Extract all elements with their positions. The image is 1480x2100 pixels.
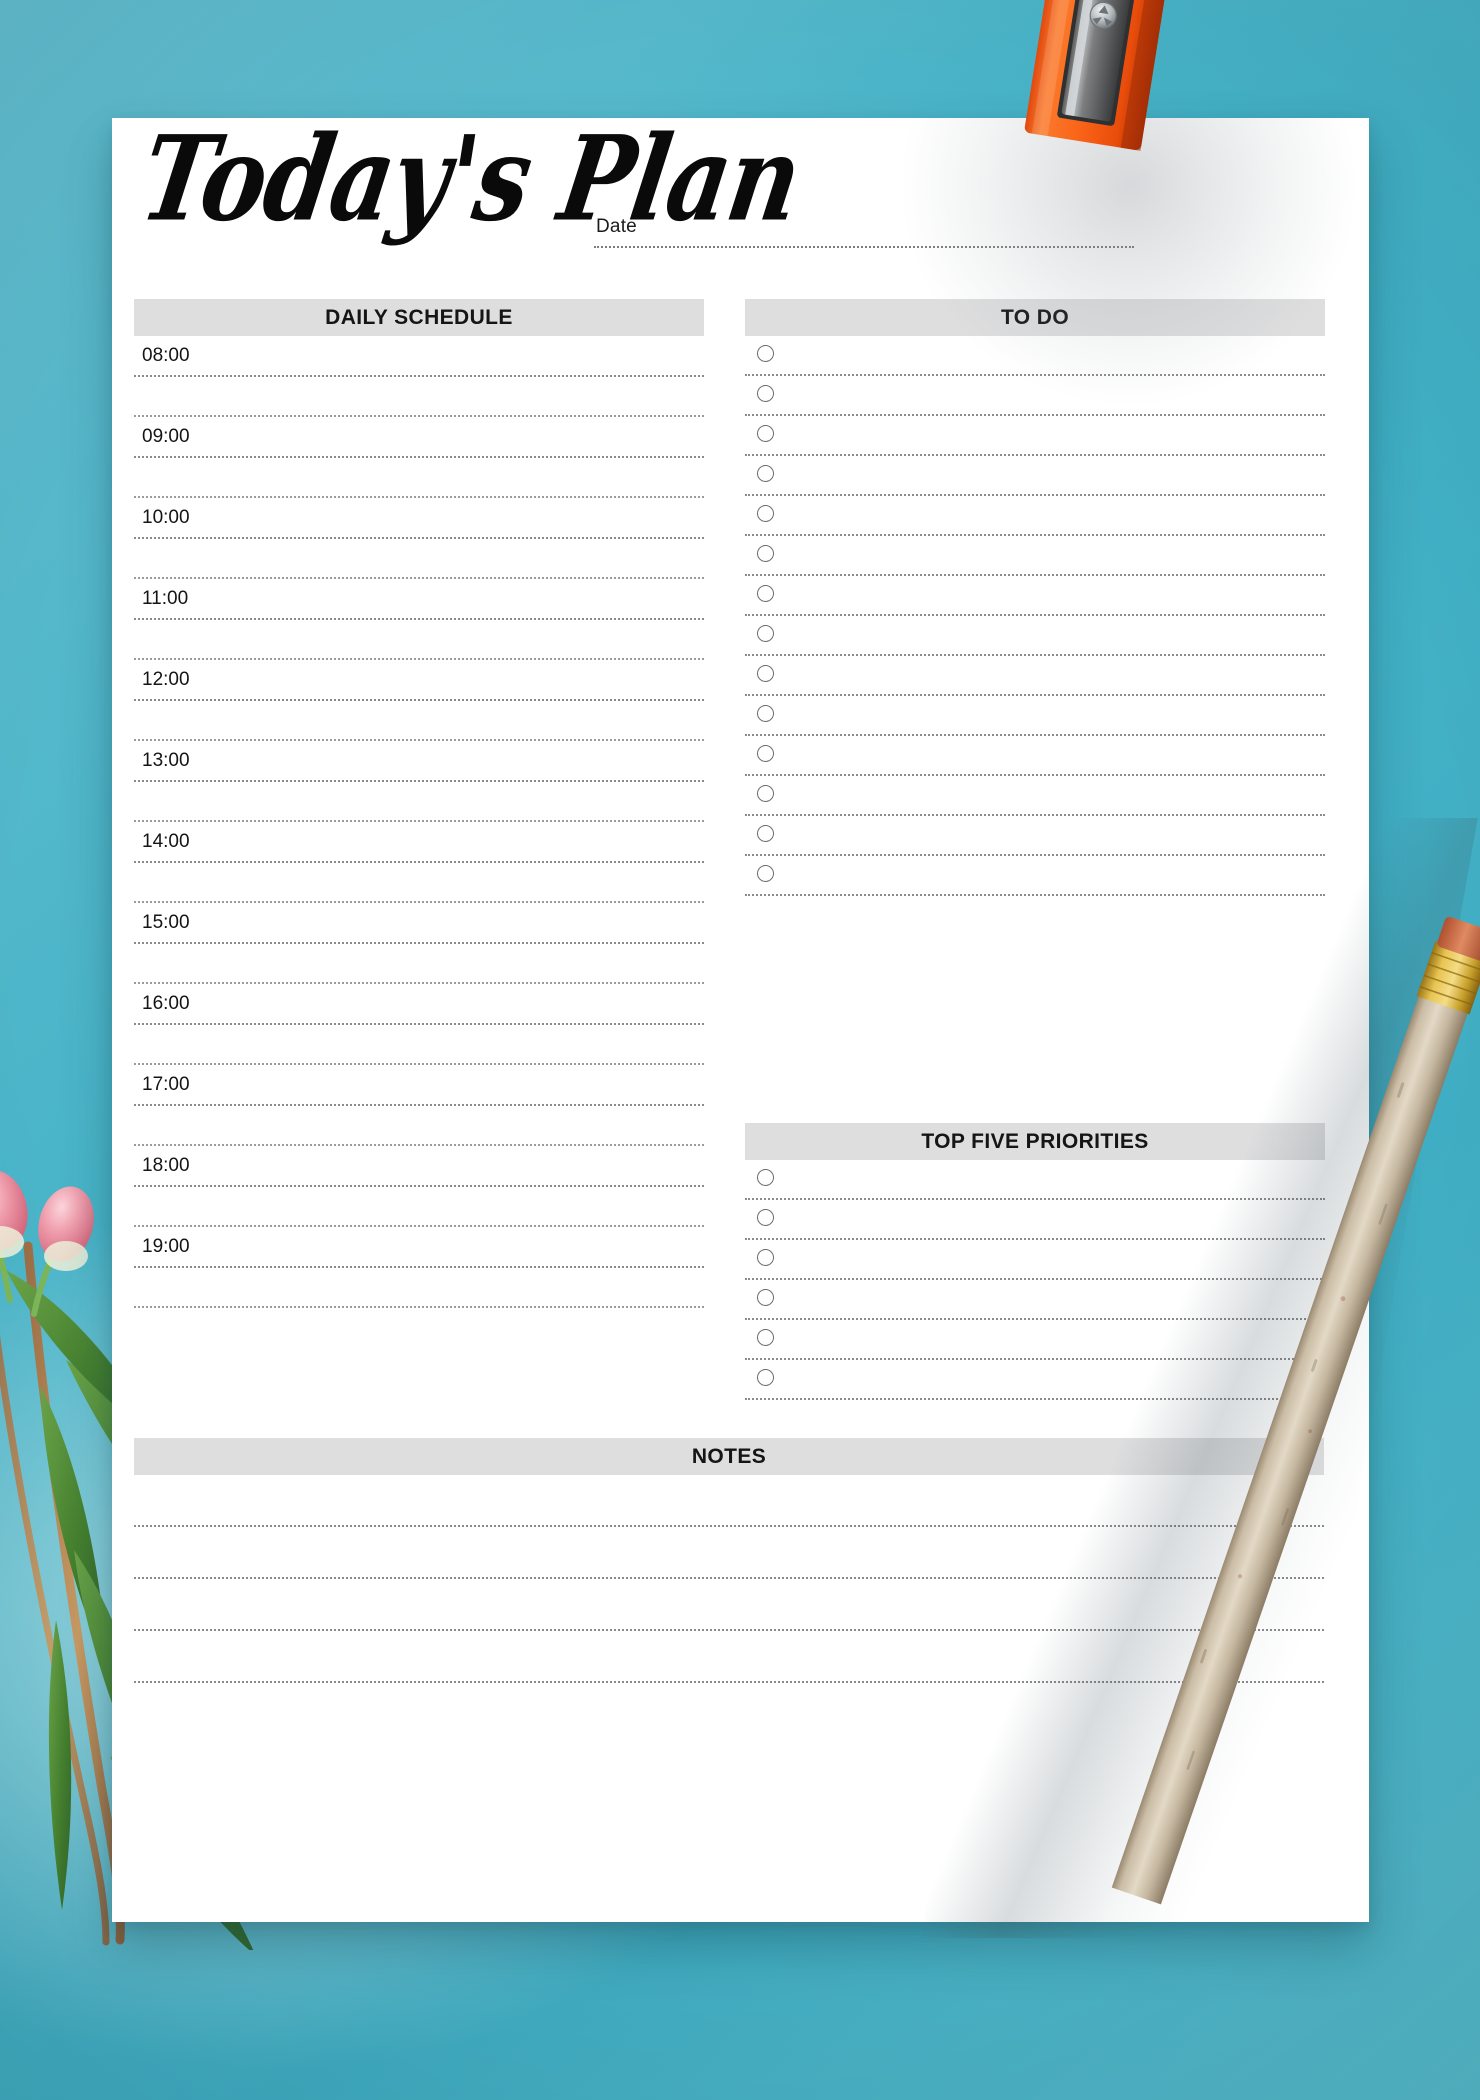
daily-schedule-heading: DAILY SCHEDULE (325, 305, 513, 329)
checkbox-circle-icon[interactable] (757, 865, 774, 882)
schedule-hour-block: 11:00 (134, 579, 704, 660)
schedule-hour-block: 14:00 (134, 822, 704, 903)
todo-item[interactable] (745, 776, 1325, 814)
pencil-decoration (1100, 890, 1480, 1940)
checkbox-circle-icon[interactable] (757, 465, 774, 482)
schedule-time-label: 12:00 (142, 669, 190, 690)
schedule-half-hour-space[interactable] (134, 620, 704, 658)
schedule-hour-block: 18:00 (134, 1146, 704, 1227)
todo-item[interactable] (745, 856, 1325, 894)
checkbox-circle-icon[interactable] (757, 345, 774, 362)
todo-list (745, 336, 1325, 896)
schedule-hour-block: 16:00 (134, 984, 704, 1065)
todo-item[interactable] (745, 376, 1325, 414)
schedule-hour-block: 12:00 (134, 660, 704, 741)
schedule-hour-block: 10:00 (134, 498, 704, 579)
checkbox-circle-icon[interactable] (757, 745, 774, 762)
todo-item[interactable] (745, 816, 1325, 854)
schedule-half-hour-space[interactable] (134, 1025, 704, 1063)
checkbox-circle-icon[interactable] (757, 785, 774, 802)
todo-item[interactable] (745, 496, 1325, 534)
schedule-time-label: 14:00 (142, 831, 190, 852)
checkbox-circle-icon[interactable] (757, 1369, 774, 1386)
pencil-sharpener-decoration (990, 0, 1290, 230)
notes-heading: NOTES (691, 1444, 767, 1468)
schedule-half-hour-space[interactable] (134, 782, 704, 820)
schedule-hour-block: 09:00 (134, 417, 704, 498)
todo-item[interactable] (745, 416, 1325, 454)
schedule-half-hour-space[interactable] (134, 539, 704, 577)
checkbox-circle-icon[interactable] (757, 1289, 774, 1306)
checkbox-circle-icon[interactable] (757, 1209, 774, 1226)
schedule-list: 08:00 09:00 10:00 11:00 12:00 13:00 14:00 15:00… (134, 336, 704, 1308)
daily-schedule-section: DAILY SCHEDULE 08:00 09:00 10:00 11:00 12:00… (134, 299, 704, 1308)
schedule-time-label: 15:00 (142, 912, 190, 933)
checkbox-circle-icon[interactable] (757, 665, 774, 682)
checkbox-circle-icon[interactable] (757, 625, 774, 642)
todo-item[interactable] (745, 456, 1325, 494)
checkbox-circle-icon[interactable] (757, 385, 774, 402)
checkbox-circle-icon[interactable] (757, 1249, 774, 1266)
schedule-time-label: 17:00 (142, 1074, 190, 1095)
todo-heading: TO DO (1000, 305, 1070, 329)
todo-header: TO DO (745, 299, 1325, 336)
schedule-half-hour-line[interactable] (134, 1306, 704, 1308)
schedule-half-hour-space[interactable] (134, 377, 704, 415)
schedule-time-label: 18:00 (142, 1155, 190, 1176)
checkbox-circle-icon[interactable] (757, 585, 774, 602)
todo-section: TO DO (745, 299, 1325, 896)
schedule-half-hour-space[interactable] (134, 1268, 704, 1306)
todo-item[interactable] (745, 536, 1325, 574)
todo-item[interactable] (745, 336, 1325, 374)
checkbox-circle-icon[interactable] (757, 545, 774, 562)
checkbox-circle-icon[interactable] (757, 425, 774, 442)
schedule-half-hour-space[interactable] (134, 701, 704, 739)
schedule-time-label: 08:00 (142, 345, 190, 366)
schedule-hour-block: 19:00 (134, 1227, 704, 1308)
schedule-half-hour-space[interactable] (134, 458, 704, 496)
checkbox-circle-icon[interactable] (757, 705, 774, 722)
checkbox-circle-icon[interactable] (757, 1329, 774, 1346)
checkbox-circle-icon[interactable] (757, 505, 774, 522)
schedule-time-label: 13:00 (142, 750, 190, 771)
schedule-time-label: 16:00 (142, 993, 190, 1014)
schedule-time-label: 09:00 (142, 426, 190, 447)
checkbox-circle-icon[interactable] (757, 1169, 774, 1186)
checkbox-circle-icon[interactable] (757, 825, 774, 842)
schedule-hour-block: 08:00 (134, 336, 704, 417)
todo-item[interactable] (745, 656, 1325, 694)
todo-item[interactable] (745, 696, 1325, 734)
daily-schedule-header: DAILY SCHEDULE (134, 299, 704, 336)
schedule-time-label: 19:00 (142, 1236, 190, 1257)
todo-item[interactable] (745, 616, 1325, 654)
schedule-hour-block: 17:00 (134, 1065, 704, 1146)
schedule-half-hour-space[interactable] (134, 1106, 704, 1144)
schedule-half-hour-space[interactable] (134, 863, 704, 901)
schedule-half-hour-space[interactable] (134, 1187, 704, 1225)
todo-item[interactable] (745, 736, 1325, 774)
todo-item[interactable] (745, 576, 1325, 614)
schedule-time-label: 11:00 (142, 588, 189, 609)
schedule-half-hour-space[interactable] (134, 944, 704, 982)
schedule-hour-block: 13:00 (134, 741, 704, 822)
schedule-hour-block: 15:00 (134, 903, 704, 984)
schedule-time-label: 10:00 (142, 507, 190, 528)
date-input-line[interactable] (594, 246, 1134, 248)
